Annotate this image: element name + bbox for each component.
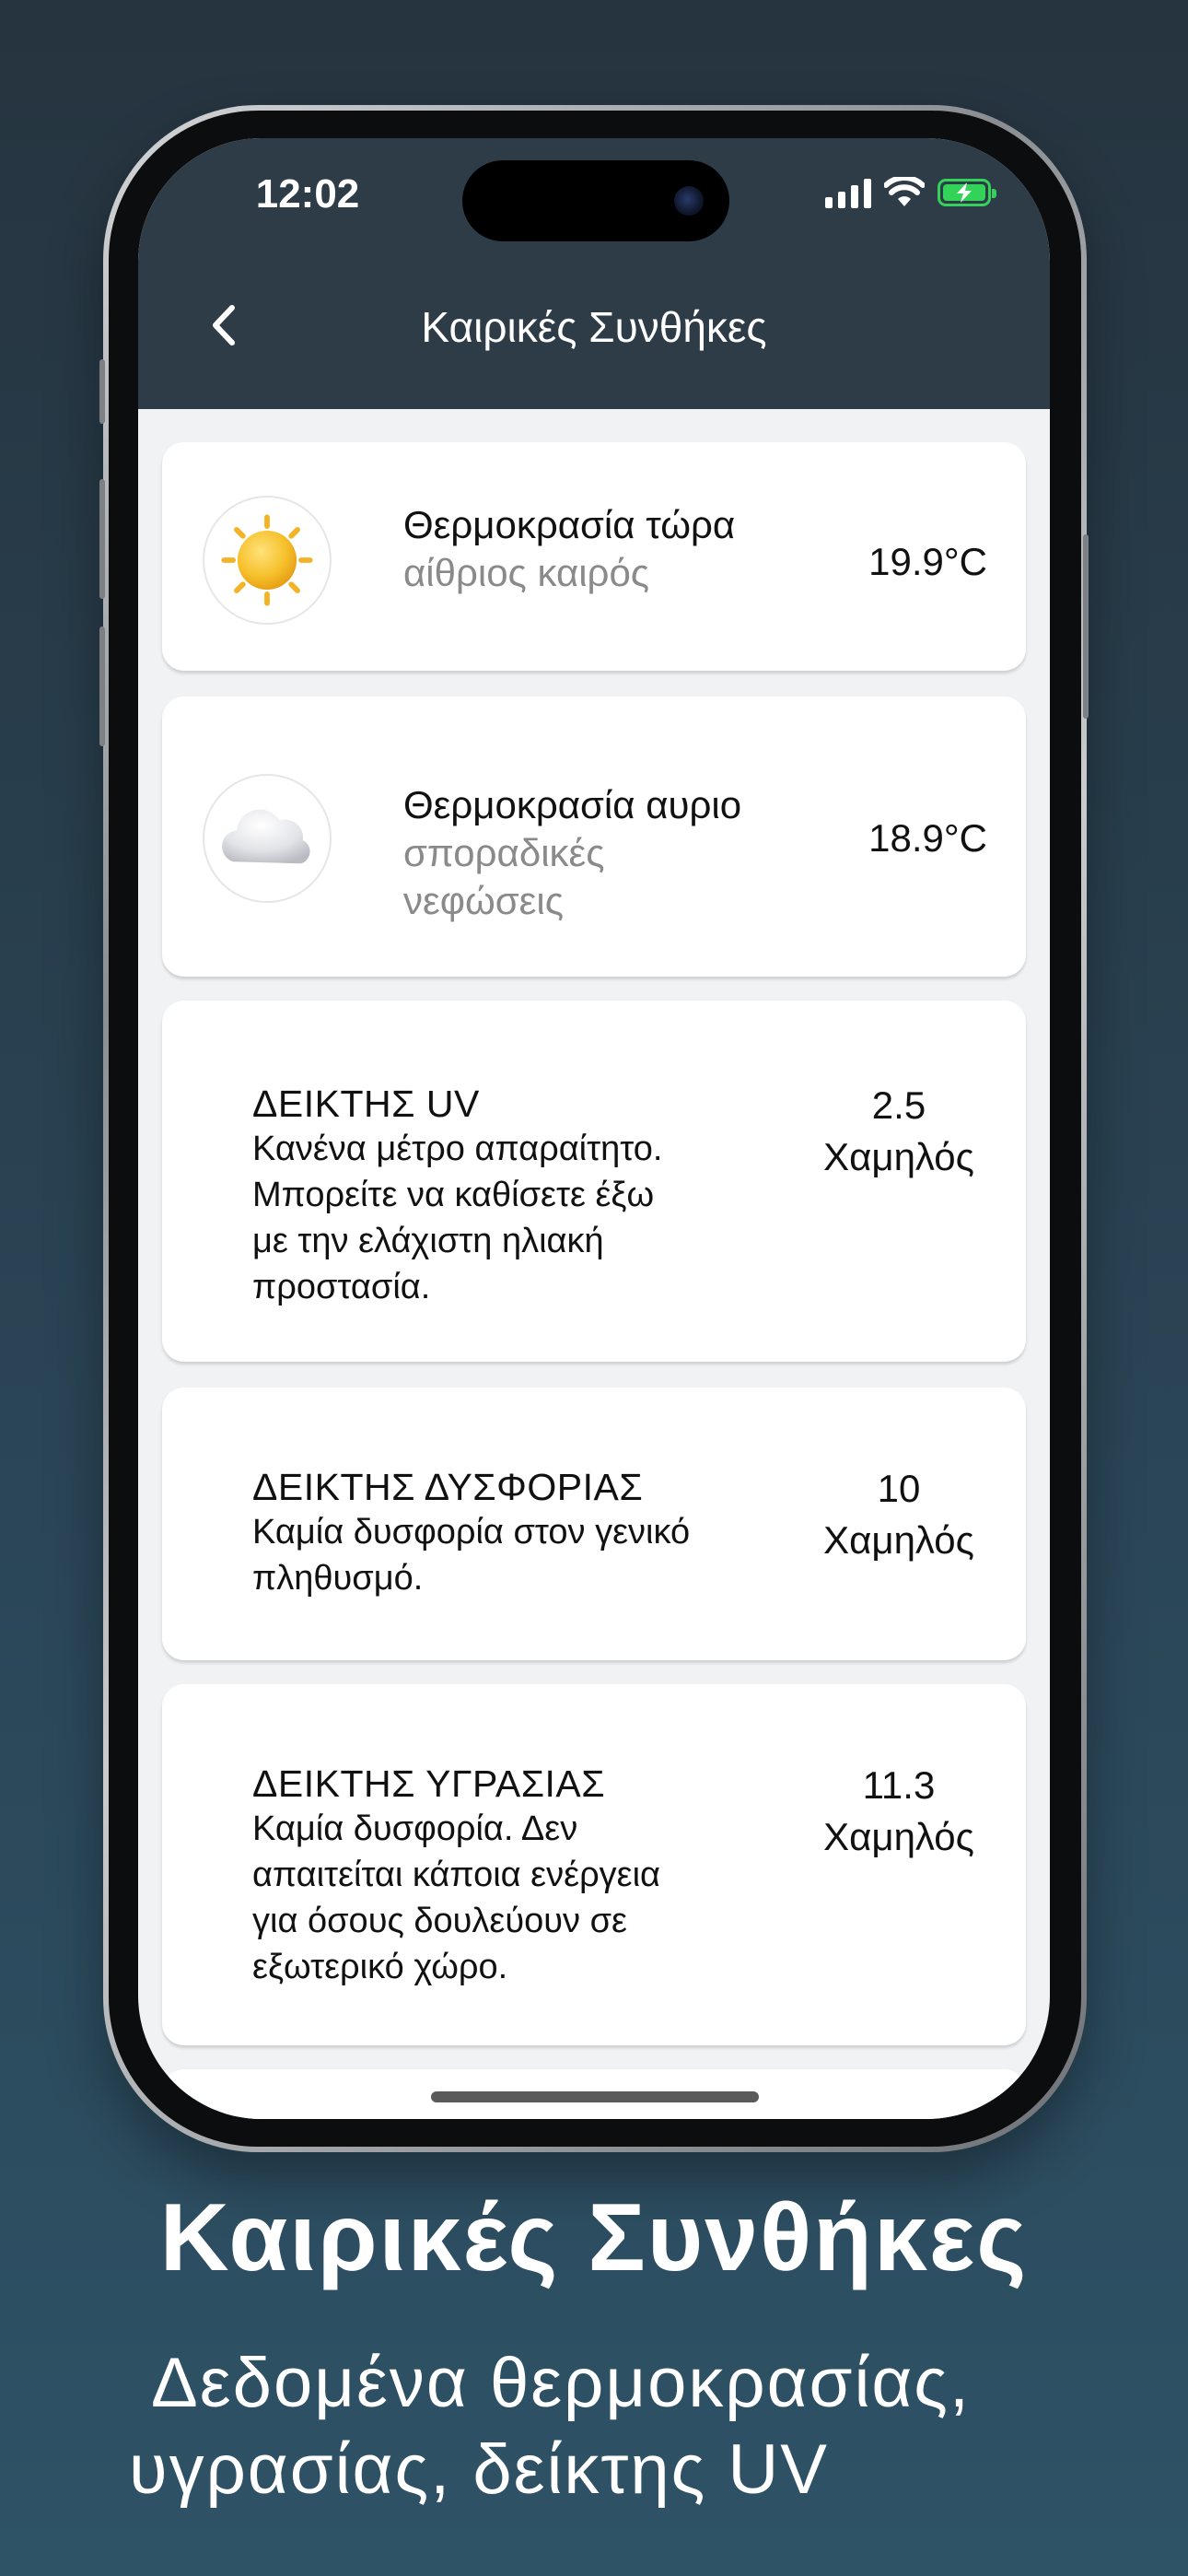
- uv-index-title: ΔΕΙΚΤΗΣ UV: [252, 1083, 480, 1125]
- discomfort-index-title: ΔΕΙΚΤΗΣ ΔΥΣΦΟΡΙΑΣ: [252, 1466, 644, 1508]
- uv-index-value: 2.5 Χαμηλός: [807, 1080, 991, 1183]
- power-button: [1083, 534, 1089, 719]
- volume-down-button: [99, 626, 105, 746]
- uv-desc-line: Μπορείτε να καθίσετε έξω: [252, 1176, 655, 1214]
- promo-subtitle-line2: υγρασίας, δείκτης UV: [129, 2430, 829, 2509]
- volume-up-button: [99, 479, 105, 599]
- status-icons: [825, 177, 996, 208]
- promo-title: Καιρικές Συνθήκες: [159, 2184, 1029, 2291]
- tomorrow-temperature-value: 18.9°C: [868, 816, 987, 860]
- uv-index-number: 2.5: [871, 1083, 926, 1127]
- humidity-index-number: 11.3: [862, 1763, 936, 1807]
- tomorrow-temperature-title: Θερμοκρασία αυριο: [403, 783, 742, 826]
- uv-desc-line: με την ελάχιστη ηλιακή: [252, 1222, 604, 1260]
- current-temperature-title: Θερμοκρασία τώρα: [403, 503, 736, 546]
- tomorrow-condition-line1: σποραδικές: [403, 831, 605, 874]
- app-header: 12:02 Καιρικές Συνθήκες: [138, 138, 1050, 409]
- humidity-index-title: ΔΕΙΚΤΗΣ ΥΓΡΑΣΙΑΣ: [252, 1762, 606, 1805]
- current-temperature-value: 19.9°C: [868, 540, 987, 583]
- cloud-icon: [203, 774, 332, 903]
- action-button: [99, 359, 105, 424]
- discomfort-desc-line: Καμία δυσφορία στον γενικό: [252, 1513, 691, 1551]
- status-time: 12:02: [255, 171, 360, 217]
- humidity-index-level: Χαμηλός: [823, 1815, 974, 1858]
- home-indicator[interactable]: [431, 2091, 759, 2102]
- discomfort-index-card: ΔΕΙΚΤΗΣ ΔΥΣΦΟΡΙΑΣ Καμία δυσφορία στον γε…: [162, 1388, 1026, 1660]
- dynamic-island: [462, 160, 729, 241]
- page-title: Καιρικές Συνθήκες: [421, 303, 767, 351]
- discomfort-index-number: 10: [877, 1467, 921, 1510]
- battery-charging-icon: [938, 179, 996, 206]
- tomorrow-temperature-card: Θερμοκρασία αυριο σποραδικές νεφώσεις 18…: [162, 697, 1026, 977]
- camera-icon: [674, 186, 704, 216]
- sun-icon: [203, 496, 332, 625]
- humidity-index-value: 11.3 Χαμηλός: [807, 1760, 991, 1863]
- current-temperature-card: Θερμοκρασία τώρα αίθριος καιρός 19.9°C: [162, 442, 1026, 671]
- humidity-desc-line: εξωτερικό χώρο.: [252, 1948, 508, 1986]
- uv-desc-line: Κανένα μέτρο απαραίτητο.: [252, 1130, 663, 1168]
- uv-desc-line: προστασία.: [252, 1268, 431, 1306]
- humidity-desc-line: για όσους δουλεύουν σε: [252, 1902, 627, 1940]
- promo-subtitle-line1: Δεδομένα θερμοκρασίας,: [151, 2344, 972, 2422]
- app-screen: 12:02 Καιρικές Συνθήκες Θερμοκρασία τώρα…: [138, 138, 1050, 2119]
- tomorrow-condition-line2: νεφώσεις: [403, 879, 564, 922]
- cellular-signal-icon: [825, 177, 871, 208]
- humidity-desc-line: Καμία δυσφορία. Δεν: [252, 1809, 578, 1848]
- humidity-desc-line: απαιτείται κάποια ενέργεια: [252, 1856, 661, 1894]
- discomfort-index-value: 10 Χαμηλός: [807, 1463, 991, 1566]
- current-condition: αίθριος καιρός: [403, 551, 650, 594]
- promo-subtitle: Δεδομένα θερμοκρασίας, υγρασίας, δείκτης…: [129, 2340, 1105, 2513]
- discomfort-index-description: Καμία δυσφορία στον γενικό πληθυσμό.: [252, 1509, 768, 1601]
- uv-index-card: ΔΕΙΚΤΗΣ UV Κανένα μέτρο απαραίτητο. Μπορ…: [162, 1001, 1026, 1362]
- uv-index-description: Κανένα μέτρο απαραίτητο. Μπορείτε να καθ…: [252, 1126, 768, 1310]
- discomfort-index-level: Χαμηλός: [823, 1518, 974, 1562]
- humidity-index-description: Καμία δυσφορία. Δεν απαιτείται κάποια εν…: [252, 1806, 768, 1990]
- discomfort-desc-line: πληθυσμό.: [252, 1559, 424, 1598]
- humidity-index-card: ΔΕΙΚΤΗΣ ΥΓΡΑΣΙΑΣ Καμία δυσφορία. Δεν απα…: [162, 1684, 1026, 2045]
- wifi-icon: [884, 177, 925, 206]
- uv-index-level: Χαμηλός: [823, 1135, 974, 1178]
